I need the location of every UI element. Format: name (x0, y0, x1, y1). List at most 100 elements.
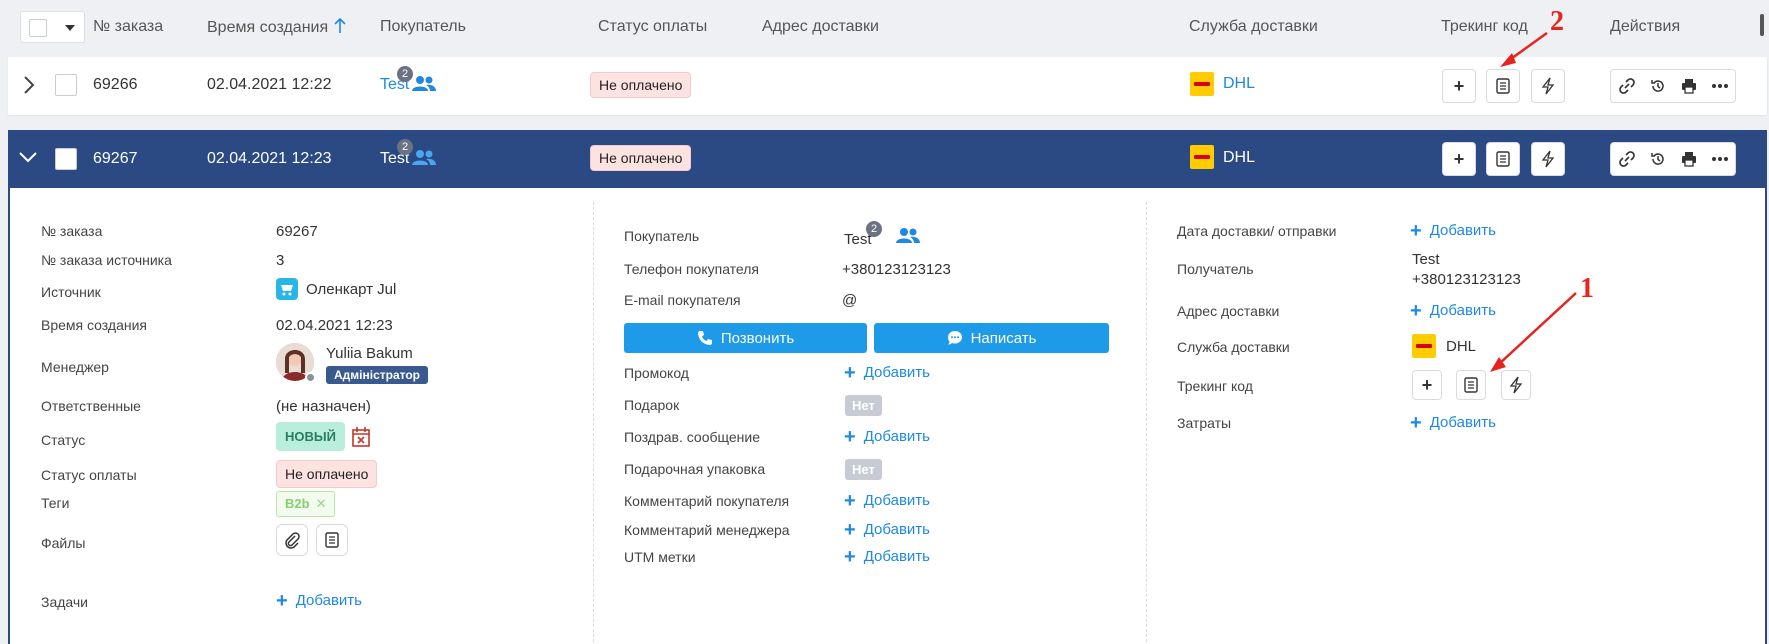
presence-dot (305, 372, 316, 383)
print-icon[interactable] (1673, 70, 1704, 102)
delivery-date-add-button[interactable]: + Добавить (1410, 219, 1496, 242)
promo-add-label: Добавить (863, 364, 930, 381)
buyer-comment-label: Комментарий покупателя (624, 493, 790, 509)
link-icon[interactable] (1611, 70, 1642, 102)
phone-link[interactable]: +380123123123 (842, 261, 951, 278)
col-created[interactable]: Время создания (207, 17, 347, 37)
more-icon[interactable] (1704, 70, 1735, 102)
greeting-add-button[interactable]: + Добавить (844, 425, 930, 448)
col-delivery[interactable]: Служба доставки (1189, 18, 1318, 36)
plus-icon: + (844, 489, 856, 512)
tracking-auto-button[interactable] (1501, 370, 1531, 400)
manager-comment-label: Комментарий менеджера (624, 522, 790, 538)
tracking-auto-button[interactable] (1531, 142, 1565, 176)
order-id[interactable]: 69267 (93, 150, 138, 168)
buyer-count-badge: 2 (397, 139, 413, 155)
chevron-down-icon[interactable] (18, 151, 38, 163)
chevron-right-icon[interactable] (23, 75, 35, 95)
buyer-comment-add-button[interactable]: + Добавить (844, 489, 930, 512)
add-tracking-button[interactable]: + (1442, 69, 1476, 103)
recipient-name-link[interactable]: Test (1412, 251, 1440, 268)
table-header: № заказа Время создания Покупатель Стату… (0, 0, 1769, 56)
phone-icon (697, 331, 712, 345)
users-icon[interactable] (412, 75, 436, 91)
document-icon (325, 532, 339, 548)
select-all-checkbox[interactable] (29, 19, 47, 37)
col-buyer[interactable]: Покупатель (380, 18, 466, 36)
col-created-label: Время создания (207, 19, 329, 36)
actions-group (1610, 142, 1736, 176)
add-tracking-button[interactable]: + (1412, 370, 1442, 400)
source-no-value: 3 (276, 252, 285, 269)
attach-file-button[interactable] (276, 524, 308, 556)
write-button[interactable]: Написать (874, 323, 1109, 353)
pay-status-label: Статус оплаты (41, 467, 137, 483)
row-checkbox[interactable] (55, 74, 77, 96)
tag-chip: B2b ✕ (276, 491, 336, 517)
annotation-marker-2: 2 (1550, 6, 1564, 37)
buyer-count-badge: 2 (397, 66, 413, 82)
users-icon[interactable] (896, 227, 920, 243)
gift-value[interactable]: Нет (845, 395, 882, 416)
order-id[interactable]: 69266 (93, 76, 138, 94)
chevron-down-icon[interactable] (65, 25, 75, 31)
costs-add-button[interactable]: + Добавить (1410, 413, 1496, 433)
add-document-button[interactable] (316, 524, 348, 556)
print-icon[interactable] (1673, 143, 1704, 175)
manager-name[interactable]: Yuliia Bakum (326, 345, 413, 362)
service-link[interactable]: DHL (1446, 338, 1476, 355)
link-icon[interactable] (1611, 143, 1642, 175)
plus-icon: + (844, 425, 856, 448)
annotation-marker-1: 1 (1580, 273, 1594, 304)
add-tracking-button[interactable]: + (1442, 142, 1476, 176)
recipient-phone-link[interactable]: +380123123123 (1412, 271, 1521, 288)
tracking-auto-button[interactable] (1531, 69, 1565, 103)
responsible-link[interactable]: (не назначен) (276, 398, 371, 415)
col-address[interactable]: Адрес доставки (762, 18, 879, 36)
delivery-service-link[interactable]: DHL (1223, 75, 1255, 93)
document-icon (1496, 151, 1510, 167)
more-icon[interactable] (1704, 143, 1735, 175)
col-actions: Действия (1610, 18, 1681, 35)
delivery-service-link[interactable]: DHL (1223, 149, 1255, 167)
tag-label: B2b (285, 496, 310, 511)
table-row-expanded[interactable]: 69267 02.04.2021 12:23 Test 2 Не оплачен… (8, 130, 1767, 188)
row-checkbox[interactable] (55, 148, 77, 170)
close-icon[interactable]: ✕ (316, 496, 327, 512)
history-icon[interactable] (1642, 143, 1673, 175)
tasks-add-button[interactable]: + Добавить (276, 591, 362, 611)
tracking-document-button[interactable] (1456, 370, 1486, 400)
history-icon[interactable] (1642, 70, 1673, 102)
call-button[interactable]: Позвонить (624, 323, 867, 353)
costs-label: Затраты (1177, 415, 1232, 431)
utm-add-button[interactable]: + Добавить (844, 547, 930, 567)
users-icon[interactable] (412, 149, 436, 165)
table-row[interactable]: 69266 02.04.2021 12:22 Test 2 Не оплачен… (8, 57, 1767, 115)
manager-comment-add-label: Добавить (863, 521, 930, 538)
tracking-document-button[interactable] (1486, 142, 1520, 176)
manager-label: Менеджер (41, 359, 109, 375)
lightning-icon (1541, 150, 1555, 168)
document-icon (1496, 78, 1510, 94)
promo-add-button[interactable]: + Добавить (844, 363, 930, 383)
payment-status-badge: Не оплачено (590, 145, 692, 171)
wrap-value[interactable]: Нет (845, 459, 882, 480)
select-all-dropdown[interactable] (20, 11, 85, 43)
tracking-document-button[interactable] (1486, 69, 1520, 103)
email-link[interactable]: @ (842, 292, 857, 309)
costs-add-label: Добавить (1429, 414, 1496, 431)
arrow-up-icon[interactable] (333, 17, 347, 34)
order-created: 02.04.2021 12:23 (207, 150, 332, 167)
status-badge[interactable]: НОВЫЙ (276, 422, 345, 451)
calendar-cancel-icon[interactable] (351, 426, 371, 448)
scrollbar[interactable] (1760, 14, 1764, 36)
col-tracking[interactable]: Трекинг код (1441, 18, 1528, 36)
col-order-no[interactable]: № заказа (93, 18, 163, 36)
order-no-value: 69267 (276, 223, 318, 240)
plus-icon: + (844, 518, 856, 541)
lightning-icon (1541, 77, 1555, 95)
plus-icon: + (1410, 219, 1422, 242)
manager-comment-add-button[interactable]: + Добавить (844, 518, 930, 541)
address-add-button[interactable]: + Добавить (1410, 301, 1496, 321)
col-payment-status[interactable]: Статус оплаты (598, 18, 707, 36)
